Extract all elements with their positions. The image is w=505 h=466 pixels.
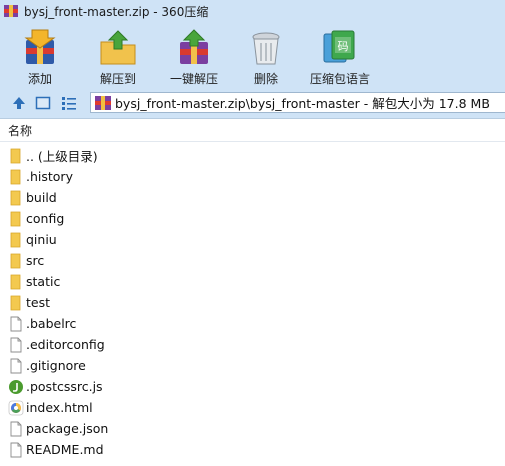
file-row[interactable]: .history: [0, 166, 505, 187]
file-row[interactable]: build: [0, 187, 505, 208]
folder-icon: [8, 295, 24, 311]
extract-to-button[interactable]: 解压到: [88, 28, 148, 87]
file-icon: [8, 442, 24, 458]
file-row[interactable]: README.md: [0, 439, 505, 460]
folder-icon: [8, 253, 24, 269]
extract-to-label: 解压到: [99, 72, 136, 86]
archive-icon: [95, 95, 111, 110]
file-row[interactable]: config: [0, 208, 505, 229]
file-icon: [8, 337, 24, 353]
file-row[interactable]: static: [0, 271, 505, 292]
archive-language-button[interactable]: 码 压缩包语言: [310, 28, 370, 87]
one-click-extract-label: 一键解压: [169, 72, 218, 86]
one-click-extract-icon: [180, 29, 208, 64]
file-name: config: [26, 211, 65, 226]
file-icon: [8, 358, 24, 374]
folder-icon: [8, 190, 24, 206]
file-name: test: [26, 295, 51, 310]
window-title: bysj_front-master.zip - 360压缩: [24, 4, 209, 19]
file-row[interactable]: index.html: [0, 397, 505, 418]
toolbar: 添加 解压到 一键解压 删除 码 压缩包语言: [0, 22, 505, 88]
trash-icon: [252, 32, 280, 65]
file-list: 名称 .. (上级目录) .history build config qiniu src s…: [0, 118, 505, 466]
file-name: README.md: [26, 442, 104, 457]
language-icon: 码: [323, 30, 355, 63]
file-icon: [8, 421, 24, 437]
file-name: src: [26, 253, 45, 268]
file-name: index.html: [26, 400, 93, 415]
file-name: .history: [26, 169, 73, 184]
javascript-file-icon: [8, 379, 24, 395]
add-label: 添加: [27, 72, 52, 86]
file-row[interactable]: qiniu: [0, 229, 505, 250]
folder-icon: [8, 232, 24, 248]
folder-icon: [8, 274, 24, 290]
language-badge: 码: [338, 40, 349, 53]
file-row[interactable]: .gitignore: [0, 355, 505, 376]
html-file-icon: [8, 400, 24, 416]
add-button[interactable]: 添加: [10, 28, 70, 87]
file-row[interactable]: test: [0, 292, 505, 313]
file-row[interactable]: package.json: [0, 418, 505, 439]
file-row[interactable]: .babelrc: [0, 313, 505, 334]
file-icon: [8, 316, 24, 332]
file-name: static: [26, 274, 61, 289]
column-header-label: 名称: [8, 123, 33, 138]
column-header-name[interactable]: 名称: [0, 119, 505, 142]
delete-label: 删除: [253, 72, 278, 86]
archive-app-icon: [4, 4, 18, 18]
file-name: .gitignore: [26, 358, 86, 373]
folder-icon: [8, 169, 24, 185]
up-arrow-icon[interactable]: [10, 94, 28, 112]
folder-icon: [8, 148, 24, 164]
file-row[interactable]: .editorconfig: [0, 334, 505, 355]
file-name: .. (上级目录): [26, 149, 98, 164]
file-name: qiniu: [26, 232, 57, 247]
path-text: bysj_front-master.zip\bysj_front-master …: [115, 96, 490, 111]
list-view-icon[interactable]: [60, 94, 78, 112]
file-name: build: [26, 190, 57, 205]
navigation-bar: bysj_front-master.zip\bysj_front-master …: [0, 90, 505, 116]
address-bar[interactable]: bysj_front-master.zip\bysj_front-master …: [90, 92, 505, 113]
file-name: package.json: [26, 421, 109, 436]
file-row[interactable]: .. (上级目录): [0, 145, 505, 166]
one-click-extract-button[interactable]: 一键解压: [164, 28, 224, 87]
file-name: .babelrc: [26, 316, 77, 331]
file-name: .editorconfig: [26, 337, 105, 352]
file-row[interactable]: .postcssrc.js: [0, 376, 505, 397]
add-icon: [24, 29, 56, 64]
title-bar: bysj_front-master.zip - 360压缩: [0, 0, 505, 22]
delete-button[interactable]: 删除: [236, 28, 296, 87]
archive-language-label: 压缩包语言: [310, 72, 371, 86]
extract-to-icon: [100, 30, 136, 65]
file-name: .postcssrc.js: [26, 379, 103, 394]
thumbnail-view-icon[interactable]: [34, 94, 52, 112]
file-rows: .. (上级目录) .history build config qiniu src stat…: [0, 142, 505, 460]
file-row[interactable]: src: [0, 250, 505, 271]
folder-icon: [8, 211, 24, 227]
